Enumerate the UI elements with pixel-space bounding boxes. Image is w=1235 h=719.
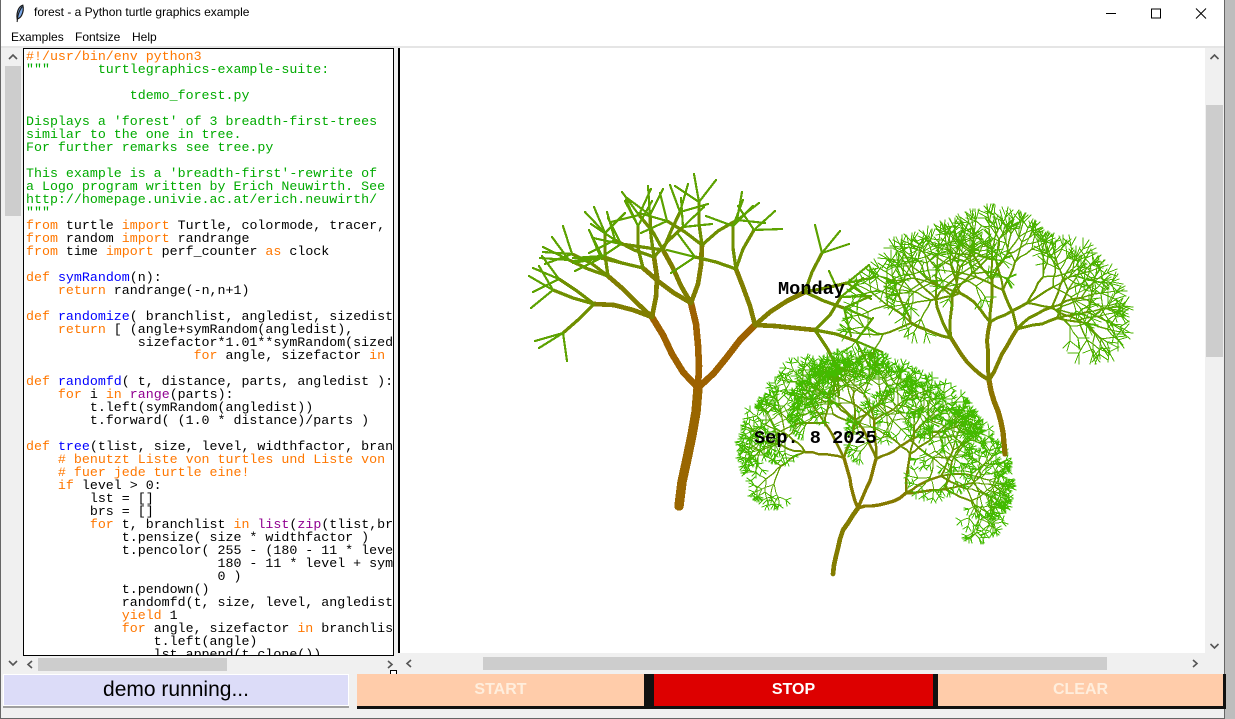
svg-text:Monday: Monday [778,279,845,300]
svg-text:Sep. 8 2025: Sep. 8 2025 [754,428,877,449]
